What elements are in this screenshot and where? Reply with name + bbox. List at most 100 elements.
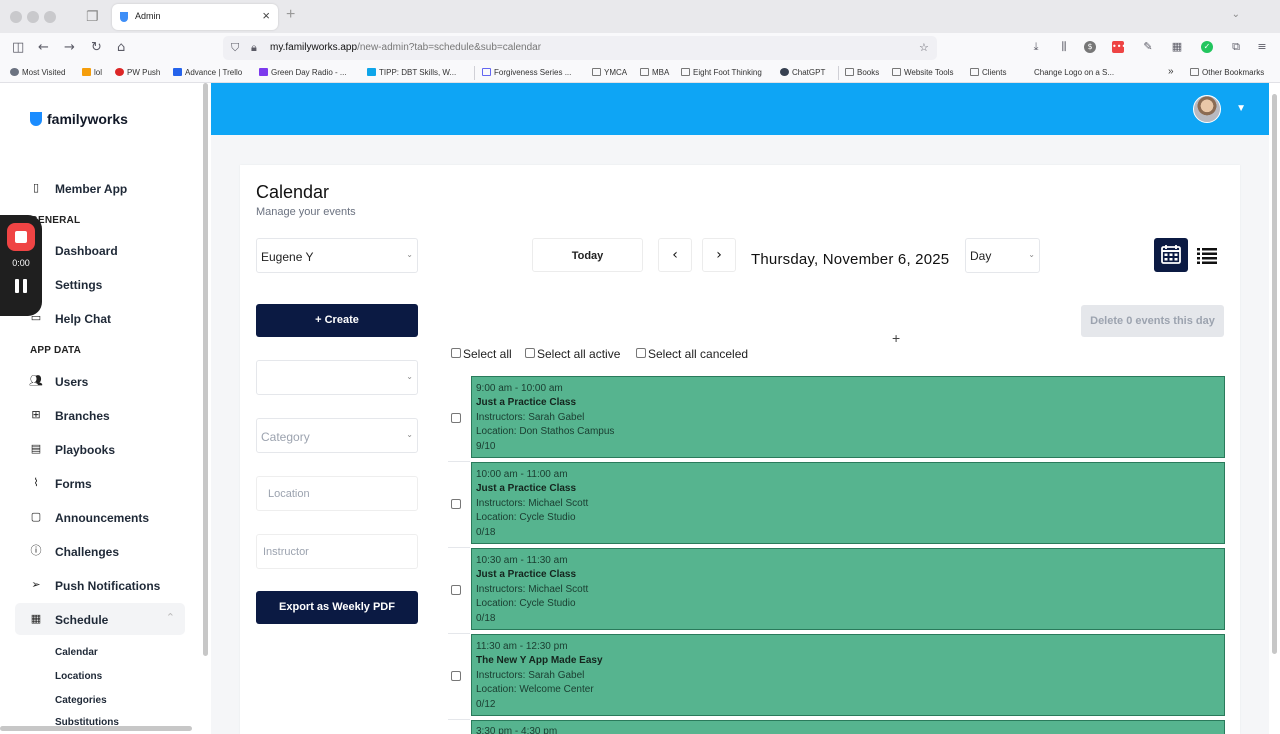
current-date: Thursday, November 6, 2025 (751, 251, 950, 268)
sidebar-item-challenges[interactable]: ⓘ Challenges (15, 535, 185, 567)
bookmark-item[interactable]: Green Day Radio - ... (259, 68, 347, 77)
bookmark-item[interactable]: ChatGPT (780, 68, 825, 77)
event-block[interactable]: 11:30 am - 12:30 pm The New Y App Made E… (471, 634, 1225, 716)
sidebar-item-label: Users (55, 375, 89, 389)
menu-hamburger-icon[interactable]: ≡ (1256, 41, 1268, 53)
favicon-icon (82, 68, 91, 76)
sidebar-subitem-substitutions[interactable]: Substitutions (55, 717, 119, 725)
record-stop-icon[interactable] (7, 223, 35, 251)
folder-icon (640, 68, 649, 76)
event-checkbox[interactable] (451, 499, 461, 509)
new-tab-icon[interactable]: + (286, 6, 295, 24)
eyedropper-icon[interactable]: ✎ (1142, 41, 1154, 53)
chevron-up-icon[interactable]: ⌃ (166, 611, 175, 624)
bookmark-item[interactable]: Forgiveness Series ... (482, 68, 571, 77)
event-capacity: 0/12 (476, 699, 496, 710)
event-block[interactable]: 3:30 pm - 4:30 pm (471, 720, 1225, 734)
event-checkbox[interactable] (451, 413, 461, 423)
bookmark-folder[interactable]: MBA (640, 68, 669, 77)
extension-s-icon[interactable]: $ (1084, 41, 1096, 53)
extension-lastpass-icon[interactable]: ••• (1112, 41, 1126, 53)
shield-icon[interactable]: ⛉ (231, 41, 239, 55)
pause-icon[interactable] (15, 279, 27, 293)
bookmark-label: Change Logo on a S... (1034, 68, 1115, 77)
browser-tab-admin[interactable]: Admin × (112, 4, 278, 30)
sidebar-subitem-categories[interactable]: Categories (55, 695, 107, 706)
back-arrow-icon[interactable]: ← (38, 40, 49, 55)
sidebar-item-member-app[interactable]: ▯ Member App (15, 172, 185, 204)
sidebar-item-announcements[interactable]: ▢ Announcements (15, 501, 185, 533)
other-bookmarks-folder[interactable]: Other Bookmarks (1190, 68, 1264, 77)
tab-close-icon[interactable]: × (262, 8, 270, 23)
prev-day-button[interactable]: ‹ (658, 238, 692, 272)
window-zoom-dot[interactable] (44, 11, 56, 23)
caret-down-icon[interactable]: ▼ (1236, 103, 1246, 114)
sidebar-toggle-icon[interactable]: ◫ (12, 40, 24, 55)
event-block[interactable]: 10:00 am - 11:00 am Just a Practice Clas… (471, 462, 1225, 544)
sidebar-subitem-locations[interactable]: Locations (55, 671, 102, 682)
event-block[interactable]: 10:30 am - 11:30 am Just a Practice Clas… (471, 548, 1225, 630)
extension-check-icon[interactable]: ✓ (1201, 41, 1213, 53)
tab-overview-icon[interactable]: ❐ (86, 9, 99, 25)
export-weekly-pdf-button[interactable]: Export as Weekly PDF (256, 591, 418, 624)
bookmark-folder[interactable]: Clients (970, 68, 1006, 77)
sidebar-item-playbooks[interactable]: ▤ Playbooks (15, 433, 185, 465)
calendar-view-button[interactable] (1154, 238, 1188, 272)
sidebar-item-branches[interactable]: ⊞ Branches (15, 399, 185, 431)
branch-select[interactable]: Eugene Y ⌄ (256, 238, 418, 273)
apps-grid-icon[interactable]: ▦ (1171, 41, 1183, 53)
bookmark-item[interactable]: lol (82, 68, 102, 77)
bookmark-folder[interactable]: Website Tools (892, 68, 954, 77)
location-input[interactable] (257, 477, 417, 510)
sidebar-item-label: Member App (55, 182, 128, 196)
list-view-button[interactable] (1190, 238, 1224, 272)
bookmark-item[interactable]: PW Push (115, 68, 160, 77)
reload-icon[interactable]: ↻ (91, 40, 102, 55)
filter-select[interactable]: ⌄ (256, 360, 418, 395)
instructor-input[interactable] (257, 535, 417, 568)
view-select[interactable]: Day ⌄ (965, 238, 1040, 273)
bookmark-item[interactable]: Advance | Trello (173, 68, 242, 77)
user-avatar[interactable] (1193, 95, 1221, 123)
tab-list-chevron-icon[interactable]: ⌄ (1232, 9, 1240, 20)
select-all-active-checkbox[interactable] (525, 348, 535, 358)
bookmark-item[interactable]: TIPP: DBT Skills, W... (367, 68, 456, 77)
lock-icon[interactable]: 🔒︎ (251, 41, 257, 55)
select-all-canceled-checkbox[interactable] (636, 348, 646, 358)
category-select[interactable]: Category ⌄ (256, 418, 418, 453)
sidebar-item-schedule[interactable]: ▦ Schedule ⌃ (15, 603, 185, 635)
select-all-checkbox[interactable] (451, 348, 461, 358)
sidebar-horizontal-scrollbar[interactable] (0, 726, 192, 731)
bookmark-star-icon[interactable]: ☆ (919, 41, 929, 54)
sidebar-item-push-notifications[interactable]: ➢ Push Notifications (15, 569, 185, 601)
more-bookmarks-chevron-icon[interactable]: » (1168, 66, 1174, 77)
sidebar-item-forms[interactable]: ⌇ Forms (15, 467, 185, 499)
home-icon[interactable]: ⌂ (117, 40, 125, 55)
url-text[interactable]: my.familyworks.app/new-admin?tab=schedul… (270, 42, 541, 53)
bookmark-item[interactable]: Change Logo on a S... (1034, 68, 1114, 77)
brand-name: familyworks (47, 111, 128, 127)
create-button[interactable]: + Create (256, 304, 418, 337)
page-scrollbar[interactable] (1272, 94, 1277, 654)
phone-icon: ▯ (32, 181, 40, 194)
bookmark-item[interactable]: Most Visited (10, 68, 65, 77)
delete-events-button[interactable]: Delete 0 events this day (1081, 305, 1224, 337)
sidebar-subitem-calendar[interactable]: Calendar (55, 647, 98, 658)
event-block[interactable]: 9:00 am - 10:00 am Just a Practice Class… (471, 376, 1225, 458)
bookmark-folder[interactable]: Books (845, 68, 879, 77)
extensions-puzzle-icon[interactable]: ⧉ (1230, 41, 1242, 53)
window-minimize-dot[interactable] (27, 11, 39, 23)
sidebar-item-users[interactable]: 👥︎ Users (15, 365, 185, 397)
event-checkbox[interactable] (451, 585, 461, 595)
bookmark-folder[interactable]: Eight Foot Thinking (681, 68, 762, 77)
downloads-icon[interactable]: ⤓ (1030, 41, 1042, 53)
today-button[interactable]: Today (532, 238, 643, 272)
library-icon[interactable]: ⫼ (1058, 41, 1070, 53)
address-bar[interactable]: ⛉ 🔒︎ my.familyworks.app/new-admin?tab=sc… (223, 36, 937, 60)
event-checkbox[interactable] (451, 671, 461, 681)
window-close-dot[interactable] (10, 11, 22, 23)
next-day-button[interactable]: › (702, 238, 736, 272)
forward-arrow-icon[interactable]: → (64, 40, 75, 55)
sidebar-scrollbar[interactable] (203, 83, 208, 656)
bookmark-folder[interactable]: YMCA (592, 68, 627, 77)
